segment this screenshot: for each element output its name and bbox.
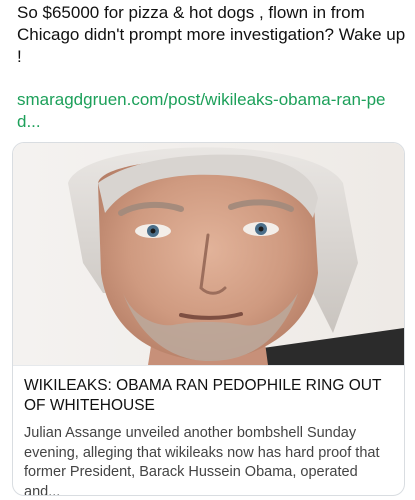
tweet-link[interactable]: smaragdgruen.com/post/wikileaks-obama-ra… bbox=[17, 89, 402, 133]
link-preview-card[interactable]: WIKILEAKS: OBAMA RAN PEDOPHILE RING OUT … bbox=[12, 142, 405, 496]
card-description: Julian Assange unveiled another bombshel… bbox=[24, 425, 380, 496]
card-image bbox=[13, 143, 404, 365]
tweet: So $65000 for pizza & hot dogs , flown i… bbox=[0, 0, 415, 500]
tweet-text: So $65000 for pizza & hot dogs , flown i… bbox=[17, 3, 406, 66]
portrait-image bbox=[13, 143, 404, 365]
card-body: WIKILEAKS: OBAMA RAN PEDOPHILE RING OUT … bbox=[13, 365, 404, 496]
card-title: WIKILEAKS: OBAMA RAN PEDOPHILE RING OUT … bbox=[24, 377, 382, 414]
